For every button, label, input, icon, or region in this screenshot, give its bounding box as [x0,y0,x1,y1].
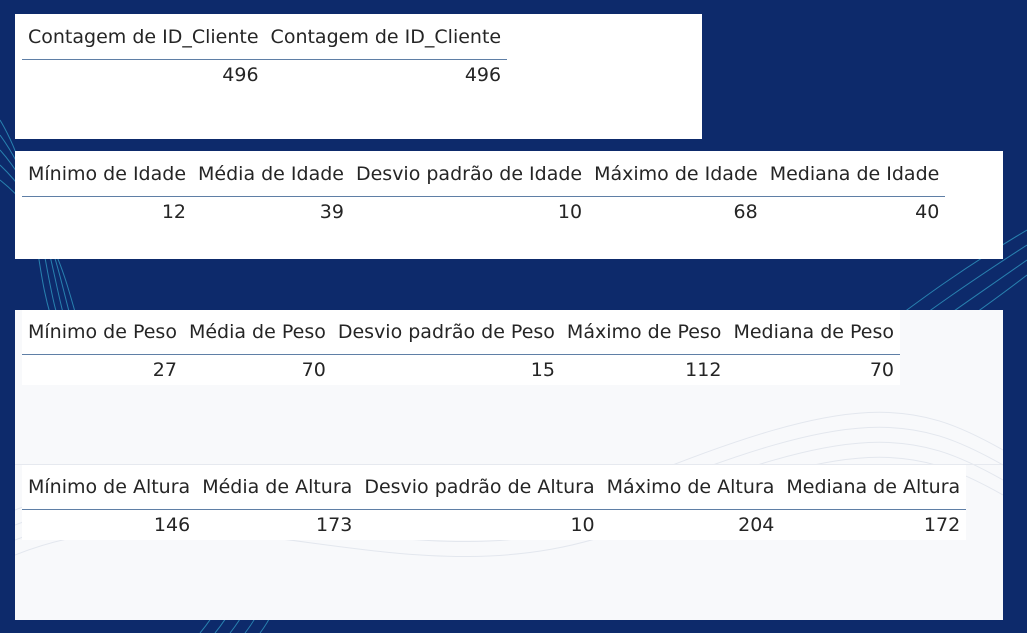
table-cell: 10 [358,509,601,540]
column-header[interactable]: Mediana de Peso [727,310,901,355]
table-peso: Mínimo de Peso Média de Peso Desvio padr… [22,310,901,385]
column-header[interactable]: Mediana de Altura [780,465,967,510]
table-cell: 112 [560,354,728,385]
table-clientes: Contagem de ID_Cliente Contagem de ID_Cl… [22,15,508,90]
table-altura: Mínimo de Altura Média de Altura Desvio … [22,465,967,540]
column-header[interactable]: Máximo de Altura [600,465,781,510]
column-header[interactable]: Mínimo de Altura [22,465,197,510]
column-header[interactable]: Mínimo de Idade [22,152,193,197]
column-header[interactable]: Média de Altura [196,465,359,510]
table-header-row: Mínimo de Altura Média de Altura Desvio … [22,465,967,510]
table-header-row: Contagem de ID_Cliente Contagem de ID_Cl… [22,15,508,60]
table-cell: 68 [588,196,764,227]
column-header[interactable]: Máximo de Peso [560,310,728,355]
column-header[interactable]: Mediana de Idade [763,152,946,197]
column-header[interactable]: Desvio padrão de Altura [358,465,601,510]
table-cell: 40 [763,196,946,227]
table-cell: 70 [727,354,901,385]
table-idade: Mínimo de Idade Média de Idade Desvio pa… [22,152,946,227]
table-row: 12 39 10 68 40 [22,196,946,227]
table-header-row: Mínimo de Peso Média de Peso Desvio padr… [22,310,901,355]
column-header[interactable]: Contagem de ID_Cliente [22,15,265,60]
column-header[interactable]: Desvio padrão de Idade [349,152,589,197]
table-cell: 10 [349,196,589,227]
column-header[interactable]: Máximo de Idade [588,152,764,197]
column-header[interactable]: Contagem de ID_Cliente [264,15,508,60]
table-cell: 173 [196,509,359,540]
table-cell: 15 [331,354,561,385]
column-header[interactable]: Média de Peso [182,310,332,355]
panel-peso-altura: Mínimo de Peso Média de Peso Desvio padr… [15,310,1003,620]
table-cell: 172 [780,509,967,540]
table-cell: 146 [22,509,197,540]
panel-clientes: Contagem de ID_Cliente Contagem de ID_Cl… [15,14,702,139]
table-cell: 70 [182,354,332,385]
table-header-row: Mínimo de Idade Média de Idade Desvio pa… [22,152,946,197]
table-row: 146 173 10 204 172 [22,509,967,540]
table-cell: 496 [264,59,508,90]
column-header[interactable]: Mínimo de Peso [22,310,183,355]
table-row: 496 496 [22,59,508,90]
table-row: 27 70 15 112 70 [22,354,901,385]
table-cell: 496 [22,59,265,90]
table-cell: 39 [192,196,350,227]
table-cell: 12 [22,196,193,227]
column-header[interactable]: Média de Idade [192,152,350,197]
table-cell: 27 [22,354,183,385]
column-header[interactable]: Desvio padrão de Peso [331,310,561,355]
panel-idade: Mínimo de Idade Média de Idade Desvio pa… [15,151,1003,259]
table-cell: 204 [600,509,781,540]
